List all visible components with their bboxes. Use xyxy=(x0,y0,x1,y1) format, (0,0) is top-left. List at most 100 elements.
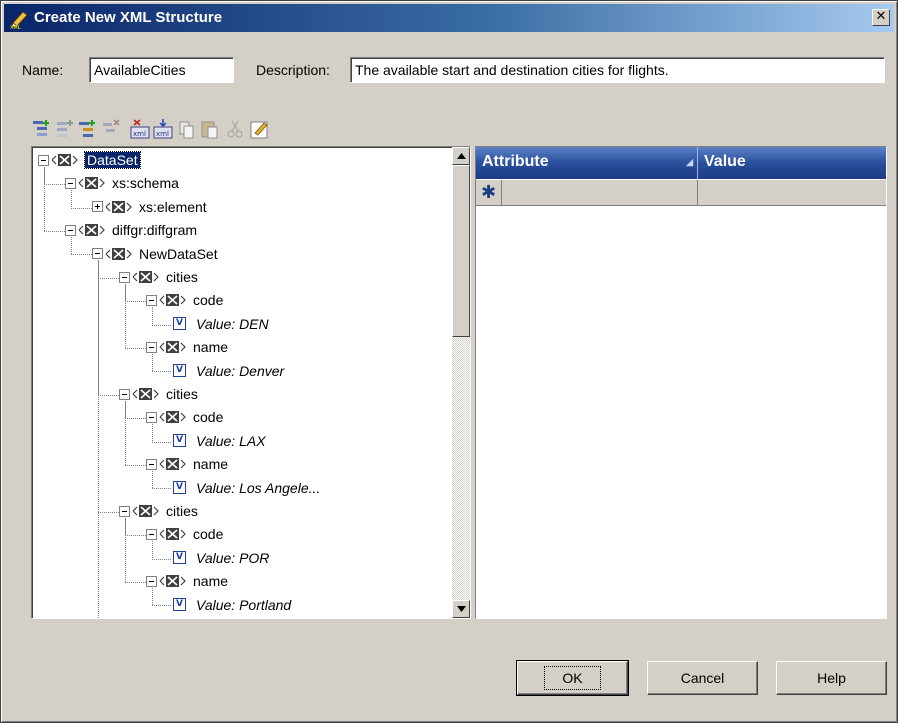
tree-element-node[interactable]: DataSet xyxy=(38,149,141,171)
attribute-column-header[interactable]: Attribute ◢ xyxy=(476,147,698,179)
ok-button[interactable]: OK xyxy=(516,660,629,696)
collapse-minus-icon[interactable] xyxy=(119,271,130,283)
tree-value-node[interactable]: V Value: LAX xyxy=(173,430,266,452)
tree-connector xyxy=(152,558,171,560)
help-button-label: Help xyxy=(817,670,846,686)
tree-node-label: cities xyxy=(166,503,198,519)
xml-tree-view[interactable]: DataSet xs:schema xs:element diffgr:diffgra… xyxy=(31,146,471,619)
help-button[interactable]: Help xyxy=(776,661,887,695)
add-attribute-icon[interactable] xyxy=(77,118,99,140)
cut-icon[interactable] xyxy=(224,118,246,140)
name-input[interactable]: AvailableCities xyxy=(89,57,234,83)
collapse-minus-icon[interactable] xyxy=(146,341,157,353)
edit-icon[interactable] xyxy=(249,118,271,140)
collapse-minus-icon[interactable] xyxy=(146,294,157,306)
collapse-minus-icon[interactable] xyxy=(65,224,76,236)
tree-element-node[interactable]: code xyxy=(146,406,223,428)
tree-value-node[interactable]: V Value: Denver xyxy=(173,360,284,382)
tree-element-node[interactable]: xs:element xyxy=(92,196,207,218)
tree-connector xyxy=(125,517,126,582)
tree-node-label: NewDataSet xyxy=(139,245,218,262)
collapse-minus-icon[interactable] xyxy=(146,575,157,587)
tree-element-node[interactable]: name xyxy=(146,336,228,358)
collapse-minus-icon[interactable] xyxy=(119,388,130,400)
tree-connector xyxy=(71,207,92,209)
tree-element-node[interactable]: xs:schema xyxy=(65,172,179,194)
xml-element-icon xyxy=(159,528,186,541)
close-button[interactable]: ✕ xyxy=(872,9,890,26)
value-node-icon: V xyxy=(173,364,186,378)
tree-element-node[interactable]: name xyxy=(146,453,228,475)
tree-element-node[interactable]: name xyxy=(146,570,228,592)
value-column-label: Value xyxy=(704,153,746,170)
tree-element-node[interactable]: code xyxy=(146,523,223,545)
description-input[interactable]: The available start and destination citi… xyxy=(350,57,885,83)
tree-element-node[interactable]: cities xyxy=(119,266,198,288)
tree-element-node[interactable]: code xyxy=(146,289,223,311)
tree-node-label: code xyxy=(193,526,224,543)
xml-element-icon xyxy=(105,247,132,260)
tree-element-node[interactable]: cities xyxy=(119,383,198,405)
xml-element-icon xyxy=(159,458,186,471)
value-node-icon: V xyxy=(173,317,186,331)
tree-connector xyxy=(152,441,171,443)
collapse-minus-icon[interactable] xyxy=(146,411,157,423)
tree-value-node[interactable]: V Value: Portland xyxy=(173,594,291,616)
xml-element-icon xyxy=(159,575,186,588)
tree-value-node[interactable]: V Value: DEN xyxy=(173,313,269,335)
collapse-minus-icon[interactable] xyxy=(38,154,49,166)
collapse-minus-icon[interactable] xyxy=(146,458,157,470)
tree-connector xyxy=(125,283,126,348)
attribute-column-label: Attribute xyxy=(482,153,549,170)
new-row[interactable]: ✱ xyxy=(476,180,886,206)
tree-connector xyxy=(125,301,146,303)
tree-connector xyxy=(98,511,119,513)
scroll-thumb[interactable] xyxy=(452,165,470,337)
tree-connector xyxy=(152,371,171,373)
tree-node-label: Value: Portland xyxy=(196,596,292,613)
new-row-value-cell[interactable] xyxy=(698,180,886,205)
scroll-up-button[interactable] xyxy=(452,147,470,165)
tree-value-node[interactable]: V Value: Los Angele... xyxy=(173,477,320,499)
attribute-grid[interactable]: Attribute ◢ Value ✱ xyxy=(475,146,887,619)
value-column-header[interactable]: Value xyxy=(698,147,886,179)
xml-element-icon xyxy=(132,505,159,517)
tree-node-label: name xyxy=(193,339,229,356)
tree-connector xyxy=(98,260,99,512)
collapse-minus-icon[interactable] xyxy=(65,177,76,189)
tree-connector xyxy=(44,230,65,232)
tree-connector xyxy=(125,418,146,420)
tree-connector xyxy=(98,394,119,396)
paste-icon[interactable] xyxy=(199,118,221,140)
collapse-minus-icon[interactable] xyxy=(146,528,157,540)
xml-element-icon xyxy=(132,388,159,400)
arrow-up-icon xyxy=(456,153,466,159)
xml-element-icon xyxy=(159,341,186,354)
tree-element-node[interactable]: diffgr:diffgram xyxy=(65,219,197,241)
collapse-minus-icon[interactable] xyxy=(119,505,130,517)
title-bar[interactable]: XML Create New XML Structure ✕ xyxy=(4,4,894,32)
remove-node-icon[interactable] xyxy=(100,118,122,140)
tree-node-label: Value: Los Angele... xyxy=(196,479,321,496)
xml-element-icon xyxy=(78,224,105,237)
cancel-button[interactable]: Cancel xyxy=(647,661,758,695)
tree-element-node[interactable]: NewDataSet xyxy=(92,243,218,265)
tree-node-label: Value: LAX xyxy=(196,432,266,449)
tree-element-node[interactable]: cities xyxy=(119,500,198,522)
add-sibling-node-icon[interactable] xyxy=(54,118,76,140)
arrow-down-icon xyxy=(456,606,466,612)
copy-icon[interactable] xyxy=(176,118,198,140)
expand-plus-icon[interactable] xyxy=(92,201,103,213)
export-xml-icon[interactable]: xml xyxy=(152,118,174,140)
name-label: Name: xyxy=(22,62,64,78)
new-row-attribute-cell[interactable] xyxy=(502,180,698,205)
collapse-minus-icon[interactable] xyxy=(92,248,103,260)
tree-value-node[interactable]: V Value: POR xyxy=(173,547,269,569)
add-child-node-icon[interactable] xyxy=(31,118,53,140)
sort-icon: ◢ xyxy=(686,157,693,167)
tree-node-label: Value: DEN xyxy=(196,315,269,332)
scroll-down-button[interactable] xyxy=(452,600,470,618)
tree-vertical-scrollbar[interactable] xyxy=(452,147,470,618)
tree-connector xyxy=(44,166,45,231)
import-xml-icon[interactable]: xml xyxy=(129,118,151,140)
